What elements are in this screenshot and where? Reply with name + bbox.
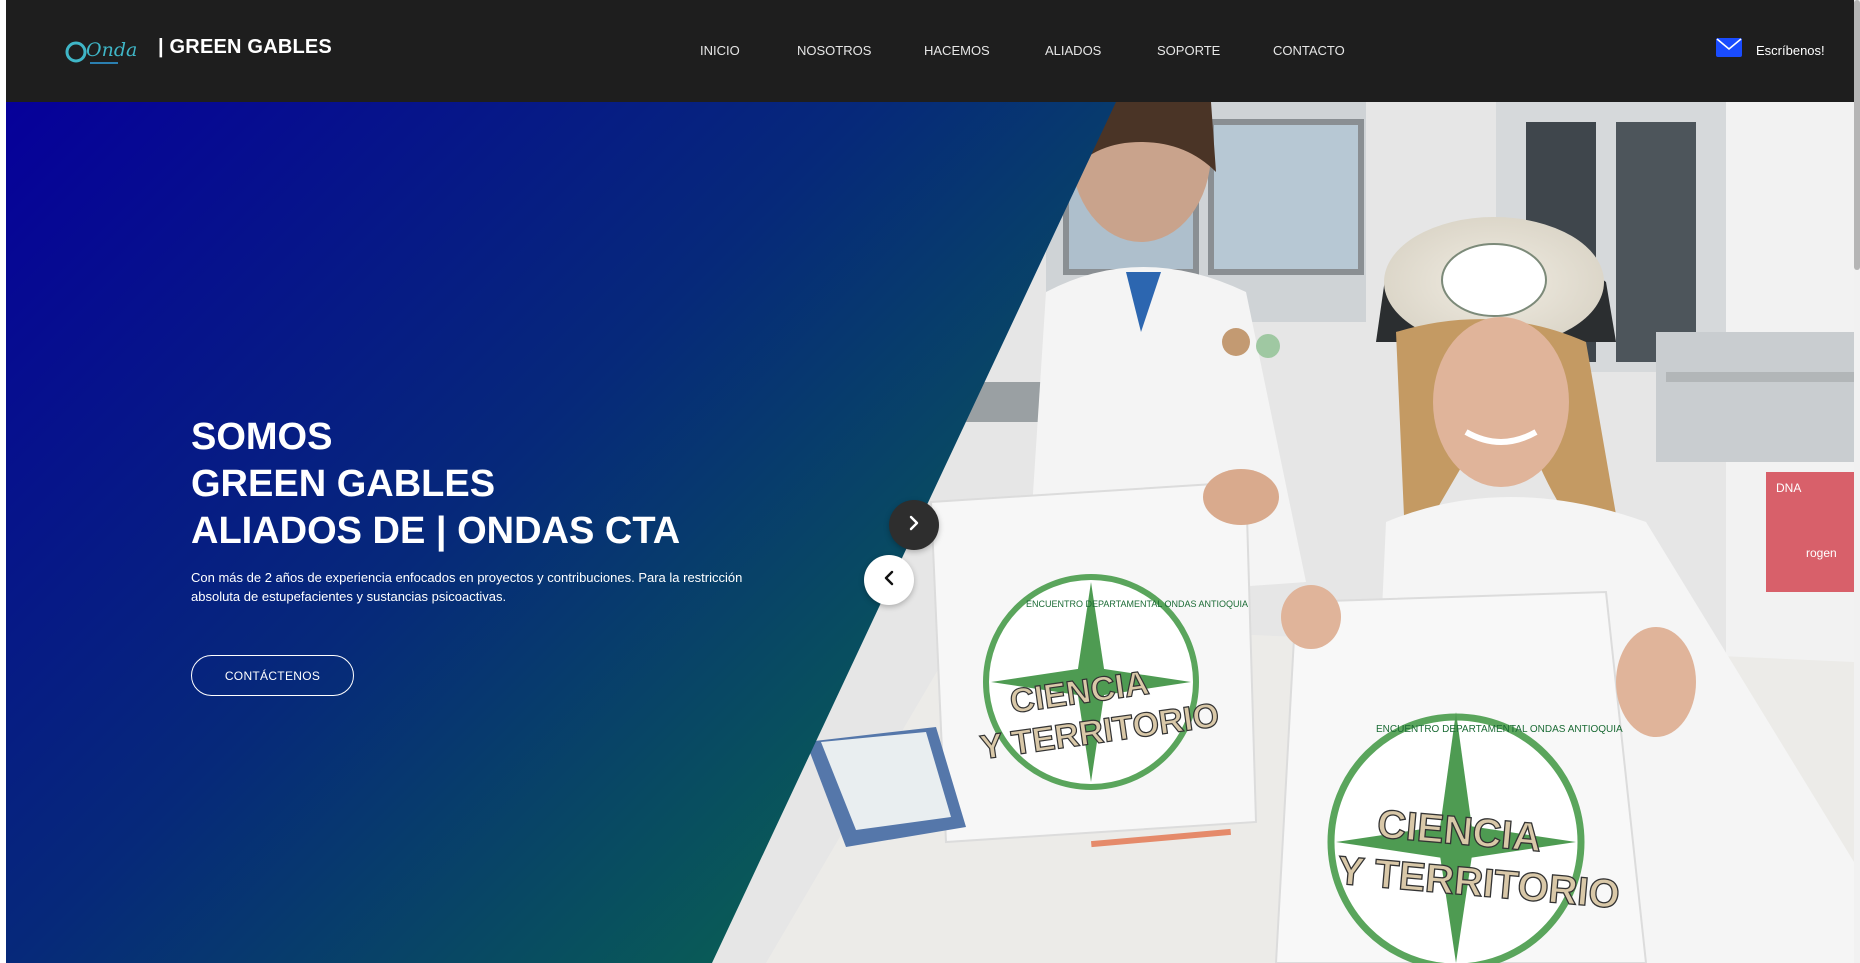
contact-us-button[interactable]: CONTÁCTENOS: [191, 655, 354, 696]
write-us-link[interactable]: Escríbenos!: [1716, 38, 1825, 62]
chevron-right-icon: [906, 515, 922, 536]
main-nav: INICIO NOSOTROS HACEMOS ALIADOS SOPORTE …: [6, 0, 1854, 102]
hero-title-line-1: SOMOS: [191, 416, 333, 458]
write-us-label: Escríbenos!: [1756, 42, 1825, 58]
bag-arc-text-2: ENCUENTRO DEPARTAMENTAL ONDAS ANTIOQUIA: [1376, 724, 1623, 735]
nav-item-hacemos[interactable]: HACEMOS: [924, 43, 990, 58]
bag-arc-text-1: ENCUENTRO DEPARTAMENTAL ONDAS ANTIOQUIA: [1026, 599, 1248, 609]
hero-title-line-2: GREEN GABLES: [191, 463, 496, 505]
nav-item-inicio[interactable]: INICIO: [700, 43, 740, 58]
box-brand: rogen: [1806, 546, 1837, 560]
chevron-left-icon: [881, 570, 897, 591]
hero-description: Con más de 2 años de experiencia enfocad…: [191, 570, 743, 604]
envelope-icon: [1716, 38, 1742, 62]
nav-item-contacto[interactable]: CONTACTO: [1273, 43, 1345, 58]
box-label: DNA: [1776, 481, 1801, 495]
scrollbar[interactable]: [1854, 0, 1860, 963]
hero-carousel: DNA rogen ENCUENTRO DEPARTAMENTAL ONDAS …: [6, 102, 1854, 963]
page-edge: [0, 0, 6, 963]
hero-title: SOMOS GREEN GABLES ALIADOS DE | ONDAS CT…: [191, 414, 680, 555]
nav-item-nosotros[interactable]: NOSOTROS: [797, 43, 871, 58]
scrollbar-thumb[interactable]: [1854, 0, 1860, 270]
nav-item-soporte[interactable]: SOPORTE: [1157, 43, 1220, 58]
carousel-next-button[interactable]: [889, 500, 939, 550]
site-header: Ondas | GREEN GABLES INICIO NOSOTROS HAC…: [6, 0, 1854, 102]
carousel-prev-button[interactable]: [864, 555, 914, 605]
nav-item-aliados[interactable]: ALIADOS: [1045, 43, 1101, 58]
hero-title-line-3: ALIADOS DE | ONDAS CTA: [191, 510, 681, 552]
